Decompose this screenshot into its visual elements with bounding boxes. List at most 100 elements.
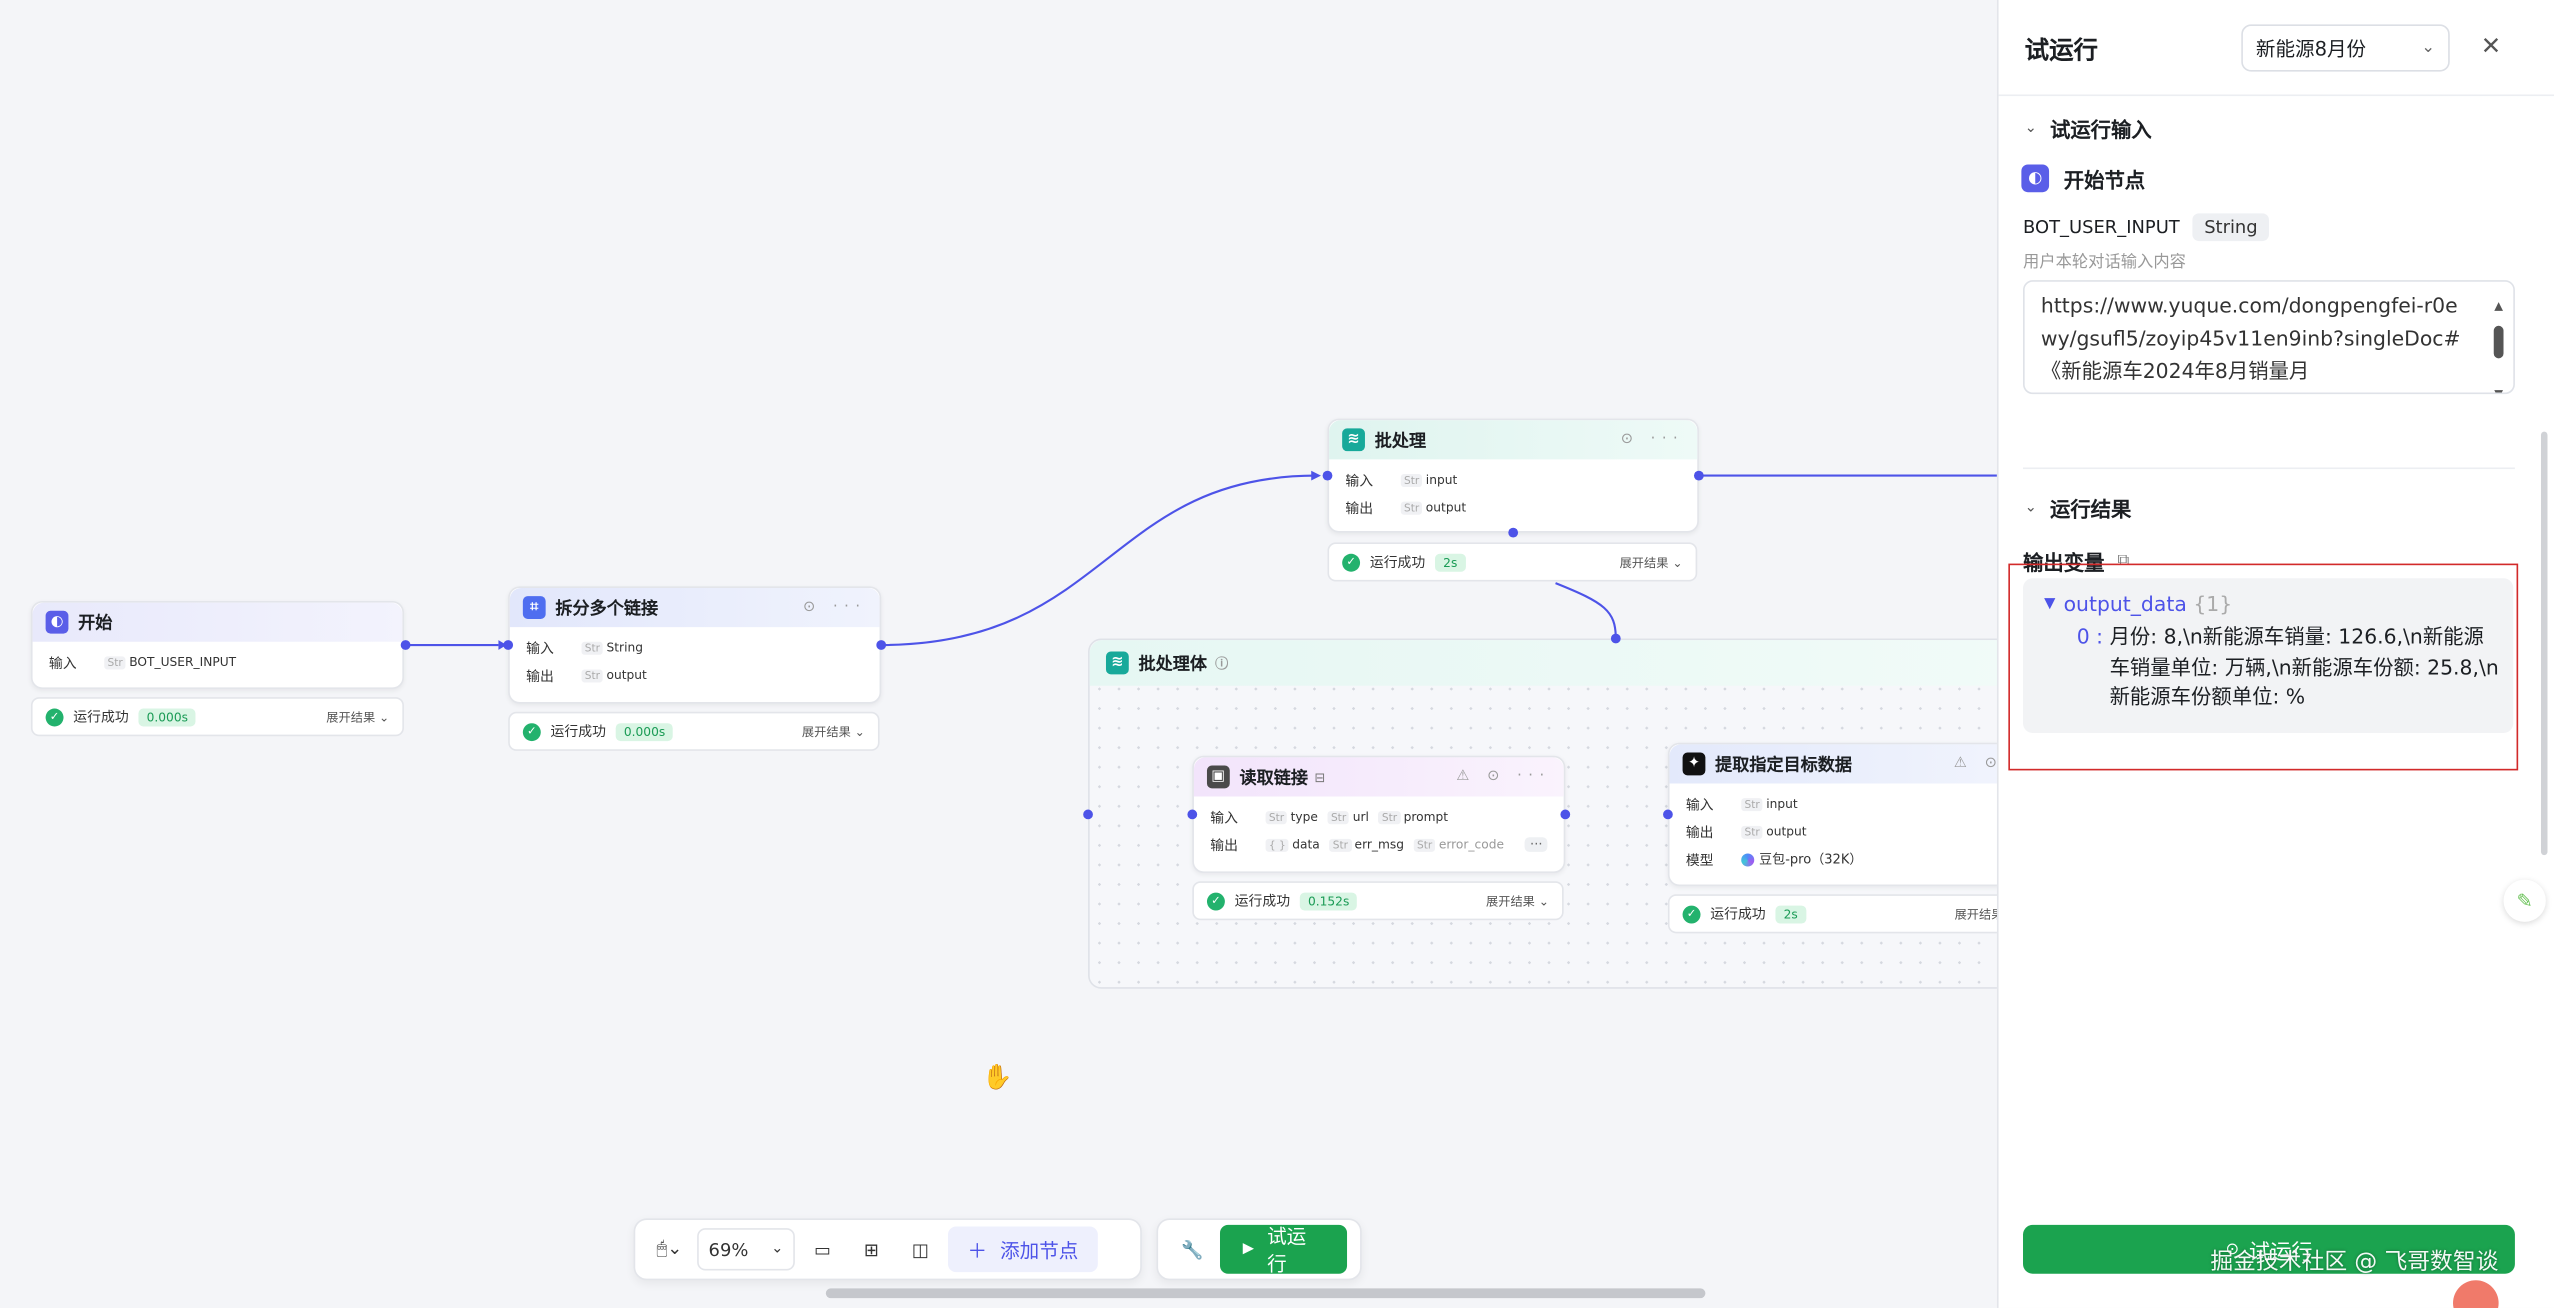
node-read-link[interactable]: ▣ 读取链接 ⊟ ⚠ ⊙ ··· 输入 Str type Str url Str pr… <box>1192 755 1566 874</box>
input-value: type <box>1290 809 1318 825</box>
canvas-toolbar: 🖱⌄ 69% ⌄ ▭ ⊞ ◫ ＋ 添加节点 <box>633 1218 1142 1281</box>
type-tag: Str <box>1327 810 1350 824</box>
model-value: 豆包-pro（32K） <box>1759 851 1863 867</box>
assistant-float-icon[interactable]: ✎ <box>2503 879 2546 922</box>
expand-result-button[interactable]: 展开结果 ⌄ <box>326 708 389 726</box>
node-start[interactable]: ◐ 开始 输入 Str BOT_USER_INPUT <box>30 601 404 689</box>
node-batch-status: ✓ 运行成功 2s 展开结果 ⌄ <box>1327 542 1698 582</box>
port-split-in[interactable] <box>503 640 514 650</box>
output-value: data <box>1292 837 1320 852</box>
test-run-button[interactable]: ▶ 试运行 <box>1219 1224 1348 1276</box>
variable-type-badge: String <box>2192 213 2270 242</box>
port-read-in[interactable] <box>1187 809 1198 820</box>
node-split-title: 拆分多个链接 <box>555 598 659 619</box>
input-value: String <box>606 640 643 655</box>
run-time-badge: 0.152s <box>1299 891 1358 910</box>
batch-body-title: 批处理体 <box>1138 653 1207 674</box>
input-value: prompt <box>1403 809 1449 825</box>
doc-icon: ⊟ <box>1314 769 1326 785</box>
close-icon[interactable]: ✕ <box>2481 31 2501 60</box>
type-tag: Str <box>1741 797 1763 811</box>
node-extract[interactable]: ✦ 提取指定目标数据 ⚠ ⊙ 输入 Strinput 输出 Stroutput … <box>1667 742 1997 887</box>
add-node-button[interactable]: ＋ 添加节点 <box>947 1226 1098 1273</box>
llm-icon: ✦ <box>1682 752 1706 776</box>
input-value: input <box>1425 472 1458 488</box>
port-batch-body[interactable] <box>1508 527 1519 538</box>
batch-body-header: ≋ 批处理体 ⓘ <box>1089 640 1997 686</box>
success-icon: ✓ <box>45 707 64 726</box>
output-value: output <box>606 667 647 683</box>
start-node-title: 开始节点 <box>2063 167 2146 193</box>
success-icon: ✓ <box>1682 904 1701 923</box>
textarea-scrollbar[interactable]: ▲ ▼ <box>2493 290 2504 393</box>
success-icon: ✓ <box>1342 552 1361 571</box>
section-test-input[interactable]: ⌄ 试运行输入 <box>2025 112 2152 143</box>
type-tag: Str <box>1265 810 1288 824</box>
horizontal-scrollbar[interactable] <box>825 1288 1706 1299</box>
node-actions-icon[interactable]: ⊙ ··· <box>803 599 866 615</box>
port-body-top[interactable] <box>1610 633 1621 644</box>
workflow-canvas[interactable]: ◐ 开始 输入 Str BOT_USER_INPUT ✓ 运行成功 0.000s … <box>0 0 1997 1308</box>
comment-icon[interactable]: ▭ <box>801 1228 843 1270</box>
node-read-link-title: 读取链接 <box>1239 767 1308 788</box>
mouse-mode-icon[interactable]: 🖱⌄ <box>648 1228 690 1270</box>
port-extract-in[interactable] <box>1663 809 1673 820</box>
hand-cursor-icon: ✋ <box>982 1061 1013 1092</box>
port-batch-in[interactable] <box>1322 470 1333 481</box>
output-label: 输出 <box>1210 838 1238 855</box>
layout-icon[interactable]: ⊞ <box>850 1228 892 1270</box>
testset-select[interactable]: 新能源8月份 ⌄ <box>2241 24 2450 72</box>
node-extract-header: ✦ 提取指定目标数据 ⚠ ⊙ <box>1669 744 1997 784</box>
port-start-out[interactable] <box>400 640 411 650</box>
output-label: 输出 <box>1685 825 1714 842</box>
node-start-input-value: BOT_USER_INPUT <box>129 654 237 670</box>
success-icon: ✓ <box>522 722 541 741</box>
zoom-select[interactable]: 69% ⌄ <box>697 1228 795 1271</box>
section-run-result[interactable]: ⌄ 运行结果 <box>2025 492 2132 523</box>
node-actions-icon[interactable]: ⊙ ··· <box>1621 432 1684 448</box>
workflow-editor: ◐ 开始 输入 Str BOT_USER_INPUT ✓ 运行成功 0.000s … <box>0 0 2554 1308</box>
node-split-status: ✓ 运行成功 0.000s 展开结果 ⌄ <box>508 711 880 751</box>
edge-split-batch-arrow <box>1311 470 1321 481</box>
section-run-result-title: 运行结果 <box>2049 496 2132 522</box>
port-split-out[interactable] <box>876 640 887 650</box>
node-split[interactable]: ⌗ 拆分多个链接 ⊙ ··· 输入 Str String 输出 Str output <box>508 586 882 704</box>
port-body-left[interactable] <box>1083 809 1093 820</box>
variable-name: BOT_USER_INPUT <box>2023 216 2180 238</box>
node-batch-header: ≋ 批处理 ⊙ ··· <box>1329 420 1698 460</box>
chevron-down-icon: ⌄ <box>2024 499 2037 516</box>
node-start-input-label: 输入 <box>48 655 77 672</box>
input-label: 输入 <box>1345 473 1374 490</box>
expand-result-button[interactable]: 展开结果 <box>1955 905 1997 923</box>
node-batch-title: 批处理 <box>1374 430 1427 451</box>
expand-result-button[interactable]: 展开结果 ⌄ <box>802 722 865 740</box>
chevron-down-icon: ⌄ <box>2421 39 2436 58</box>
node-batch[interactable]: ≋ 批处理 ⊙ ··· 输入 Str input 输出 Str output <box>1327 418 1699 533</box>
chevron-down-icon: ⌄ <box>771 1241 784 1258</box>
run-time-badge: 2s <box>1435 552 1466 571</box>
user-input-textarea[interactable]: https://www.yuque.com/dongpengfei-r0ewy/… <box>2023 280 2515 395</box>
type-tag: Str <box>1329 838 1352 852</box>
node-extract-status: ✓ 运行成功 2s 展开结果 <box>1667 894 1997 934</box>
panel-scrollbar[interactable] <box>2540 431 2548 856</box>
input-value: url <box>1352 809 1369 825</box>
layers-icon: ≋ <box>1342 428 1365 452</box>
start-icon: ◐ <box>2021 164 2050 193</box>
test-run-label: 试运行 <box>1267 1224 1307 1276</box>
node-actions-icon[interactable]: ⚠ ⊙ ··· <box>1456 769 1550 785</box>
node-actions-icon[interactable]: ⚠ ⊙ <box>1954 756 1997 772</box>
variable-line: BOT_USER_INPUT String <box>2023 213 2270 242</box>
minimap-icon[interactable]: ◫ <box>899 1228 941 1270</box>
output-value: output <box>1425 500 1467 515</box>
highlight-box <box>2008 563 2519 771</box>
watermark-text: 掘金技术社区 @ 飞哥数智谈 <box>2210 1249 2499 1276</box>
wrench-icon[interactable]: 🔧 <box>1171 1228 1213 1270</box>
more-icon[interactable]: ··· <box>1525 837 1548 852</box>
expand-result-button[interactable]: 展开结果 ⌄ <box>1620 553 1683 571</box>
status-text: 运行成功 <box>1234 894 1291 911</box>
start-icon: ◐ <box>45 610 69 634</box>
port-batch-out[interactable] <box>1693 470 1704 481</box>
output-label: 输出 <box>526 668 554 685</box>
expand-result-button[interactable]: 展开结果 ⌄ <box>1486 892 1549 910</box>
port-read-out[interactable] <box>1560 809 1571 820</box>
